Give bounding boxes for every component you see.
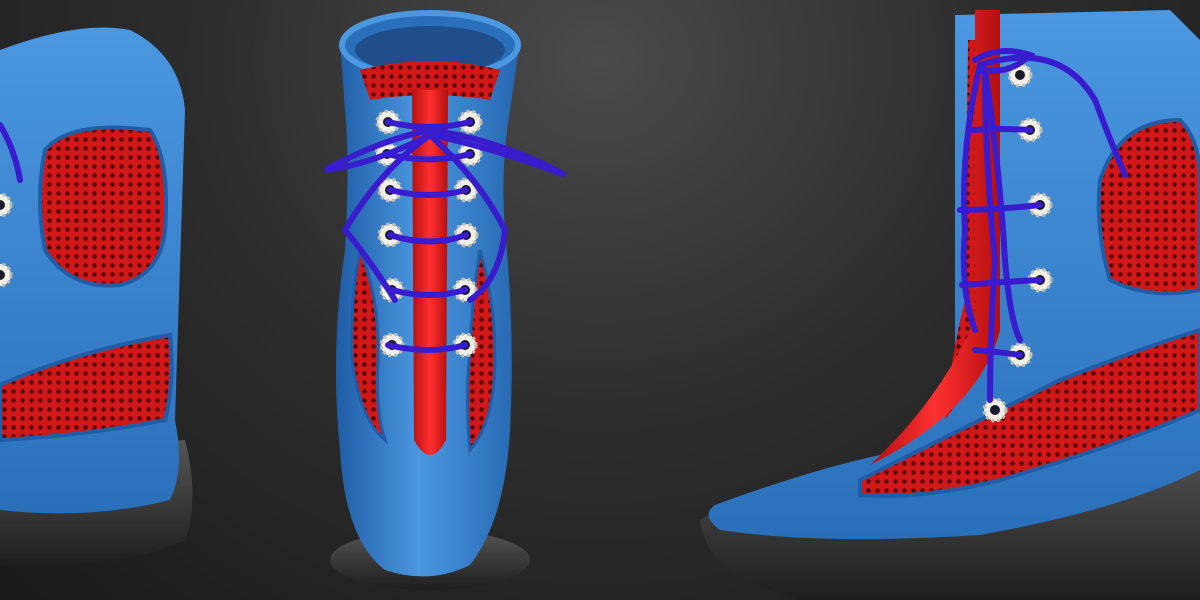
- left-boot-mesh-upper: [38, 125, 168, 288]
- left-boot-eyelet: [0, 192, 13, 218]
- left-boot: [0, 27, 193, 566]
- boot-render-scene: [0, 0, 1200, 600]
- center-boot: [323, 10, 567, 590]
- boot-render: [0, 10, 1200, 600]
- right-boot: [700, 10, 1200, 600]
- left-boot-eyelet: [0, 262, 13, 288]
